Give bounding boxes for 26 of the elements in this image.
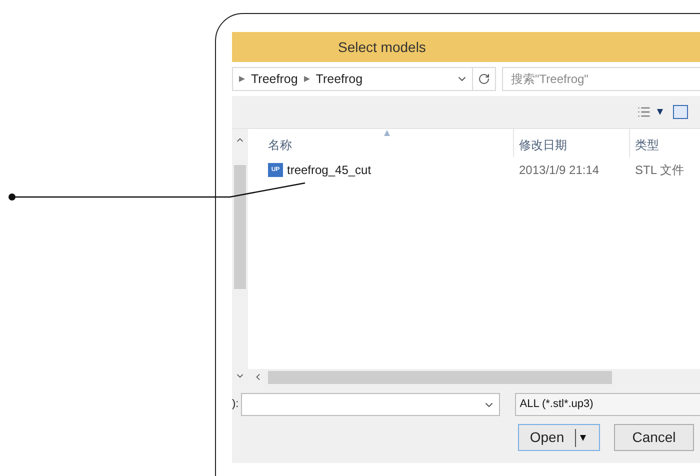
column-header[interactable]: 类型	[630, 129, 700, 157]
refresh-icon[interactable]	[478, 73, 490, 85]
filename-label: ):	[232, 397, 239, 412]
window-title: Select models	[338, 38, 426, 56]
preview-pane-icon[interactable]	[673, 105, 688, 119]
breadcrumb-item[interactable]: Treefrog	[251, 70, 298, 88]
breadcrumb-item[interactable]: Treefrog	[316, 70, 363, 88]
column-header[interactable]: 修改日期	[514, 129, 630, 157]
address-bar[interactable]: Treefrog Treefrog	[232, 67, 496, 91]
file-type-dropdown[interactable]: ALL (*.stl*.up3)	[514, 393, 700, 416]
chevron-icon	[304, 76, 310, 82]
cancel-button[interactable]: Cancel	[614, 424, 694, 451]
sort-arrow-icon	[384, 130, 390, 136]
open-button[interactable]: Open	[518, 424, 600, 451]
table-cell-text: 2013/1/9 21:14	[518, 162, 600, 179]
chevron-icon	[239, 76, 245, 82]
filename-field[interactable]	[240, 393, 500, 416]
column-header[interactable]: 名称	[248, 129, 514, 157]
caret-icon	[580, 434, 586, 440]
table-cell-text: STL 文件	[634, 162, 685, 179]
search-field[interactable]: 搜索"Treefrog"	[502, 67, 700, 91]
file-name[interactable]: treefrog_45_cut	[287, 161, 372, 179]
horizontal-scrollbar-thumb[interactable]	[268, 370, 612, 384]
scrollbar-thumb[interactable]	[234, 165, 246, 289]
caret-icon	[657, 109, 663, 115]
view-list-icon[interactable]	[637, 105, 651, 119]
